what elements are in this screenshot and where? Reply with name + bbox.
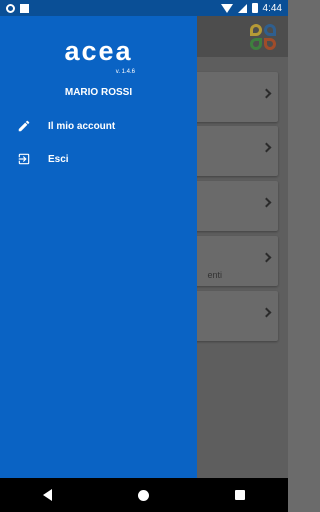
menu-item-label: Esci [48, 153, 69, 165]
chevron-right-icon [261, 252, 272, 263]
menu-item-my-account[interactable]: Il mio account [0, 112, 197, 140]
battery-icon [251, 3, 258, 13]
pencil-icon [0, 119, 48, 133]
back-icon[interactable] [43, 489, 52, 501]
notification-icon [6, 3, 15, 13]
chevron-right-icon [261, 307, 272, 318]
chevron-right-icon [261, 197, 272, 208]
signal-icon [237, 3, 247, 13]
background-card-text: enti [207, 270, 222, 280]
brand: acea v. 1.4.6 [0, 36, 197, 76]
status-bar: 4:44 [0, 0, 288, 16]
acea-logo: acea [64, 36, 133, 66]
status-time: 4:44 [262, 2, 282, 14]
home-icon[interactable] [138, 489, 149, 501]
app-version: v. 1.4.6 [115, 69, 135, 75]
chevron-right-icon [261, 88, 272, 99]
sd-card-icon [20, 3, 29, 13]
wifi-icon [220, 3, 233, 13]
chevron-right-icon [261, 142, 272, 153]
menu-item-label: Il mio account [48, 120, 116, 132]
recent-apps-icon[interactable] [235, 490, 245, 500]
navigation-drawer: acea v. 1.4.6 MARIO ROSSI Il mio account… [0, 16, 197, 478]
user-name: MARIO ROSSI [64, 87, 133, 98]
acea-clover-logo-icon [250, 24, 276, 50]
menu-item-logout[interactable]: Esci [0, 145, 197, 173]
system-nav-bar [0, 478, 288, 512]
exit-icon [0, 152, 48, 166]
